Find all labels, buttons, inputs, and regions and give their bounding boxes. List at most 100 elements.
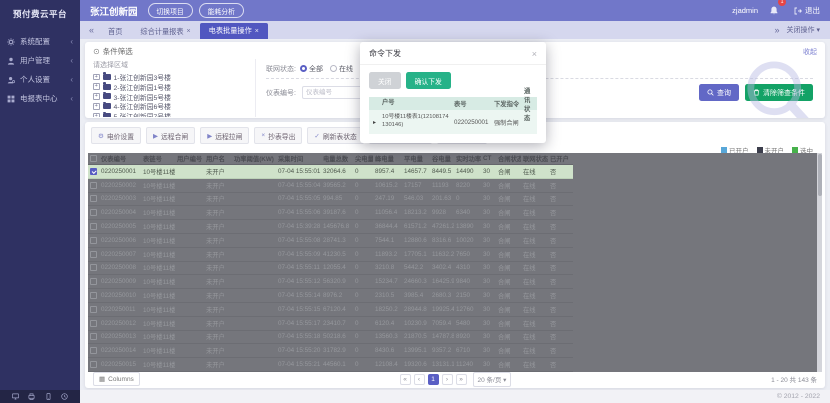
price-config-button[interactable]: ⚙电价设置	[91, 127, 141, 144]
row-checkbox[interactable]	[90, 209, 97, 216]
table-scrollbar[interactable]	[817, 153, 822, 372]
table-row[interactable]: 022025000210号楼11楼表2(未开户07-04 15:55:04395…	[88, 179, 573, 193]
tabs-scroll-right-icon[interactable]: »	[770, 25, 785, 35]
last-page-button[interactable]: »	[456, 374, 467, 385]
tab-close-icon[interactable]: ×	[255, 28, 259, 35]
phone-icon	[45, 393, 52, 400]
select-all-checkbox[interactable]	[90, 155, 97, 162]
tab-home[interactable]: 首页	[99, 24, 131, 39]
expand-icon[interactable]: +	[93, 74, 100, 81]
tree-node[interactable]: +2-张江创新园1号楼	[93, 82, 251, 92]
row-checkbox[interactable]	[90, 306, 97, 313]
row-checkbox[interactable]	[90, 347, 97, 354]
table-cell: 14490	[454, 168, 481, 175]
prev-page-button[interactable]: ‹	[414, 374, 425, 385]
meter-read-export-button[interactable]: ×抄表导出	[254, 127, 302, 144]
table-cell: 07-04 15:55:18	[276, 333, 321, 340]
table-row[interactable]: 022025001510号楼11楼表15未开户07-04 15:55:21445…	[88, 358, 573, 372]
table-cell: 39187.6	[321, 209, 353, 216]
row-checkbox[interactable]	[90, 333, 97, 340]
table-row[interactable]: 022025000710号楼11楼表7(未开户07-04 15:55:09412…	[88, 248, 573, 262]
sidebar-item-personal-settings[interactable]: 个人设置‹	[0, 70, 80, 89]
row-checkbox[interactable]	[90, 168, 97, 175]
sidebar-item-user-management[interactable]: 用户管理‹	[0, 51, 80, 70]
tree-node[interactable]: +3-张江创新园5号楼	[93, 92, 251, 102]
refresh-meter-status-button[interactable]: ✓刷新表状态	[307, 127, 363, 144]
tree-node[interactable]: +1-张江创新园3号楼	[93, 72, 251, 82]
expand-icon[interactable]: +	[93, 113, 100, 117]
tab-meter-batch-ops[interactable]: 电表批量操作×	[200, 23, 268, 39]
row-checkbox[interactable]	[90, 361, 97, 368]
row-checkbox[interactable]	[90, 223, 97, 230]
tab-metering-report[interactable]: 综合计量报表×	[131, 24, 199, 39]
next-page-button[interactable]: ›	[442, 374, 453, 385]
sidebar-item-report-center[interactable]: 电报表中心‹	[0, 89, 80, 108]
table-cell: 994.85	[321, 195, 353, 202]
table-cell: 在线	[521, 263, 548, 272]
radio-在线[interactable]	[330, 65, 337, 72]
area-tree: 请选择区域 +1-张江创新园3号楼+2-张江创新园1号楼+3-张江创新园5号楼+…	[93, 59, 256, 117]
table-cell: 32064.6	[321, 168, 353, 175]
table-row[interactable]: 022025001110号楼11楼表11未开户07-04 15:55:15671…	[88, 303, 573, 317]
table-row[interactable]: 022025000610号楼11楼表6(未开户07-04 15:55:08287…	[88, 234, 573, 248]
current-page[interactable]: 1	[428, 374, 439, 385]
table-row[interactable]: 022025000110号楼11楼表1(未开户07-04 15:55:01320…	[88, 165, 573, 179]
modal-close-button[interactable]: 关闭	[369, 72, 401, 89]
table-row[interactable]: 022025001010号楼11楼表10未开户07-04 15:55:14897…	[88, 289, 573, 303]
bell-icon	[770, 6, 778, 15]
table-cell: 07-04 15:55:01	[276, 168, 321, 175]
row-checkbox[interactable]	[90, 251, 97, 258]
table-cell: 15234.7	[373, 278, 402, 285]
table-row[interactable]: 022025001310号楼11楼表13未开户07-04 15:55:18502…	[88, 331, 573, 345]
table-row[interactable]: 022025001410号楼11楼表14未开户07-04 15:55:20317…	[88, 344, 573, 358]
command-row[interactable]: ▸ 10号楼11楼表1(12108174130146) 0220250001 强…	[369, 110, 537, 134]
table-row[interactable]: 022025000410号楼11楼表4(未开户07-04 15:55:06391…	[88, 206, 573, 220]
switch-project-button[interactable]: 切换项目	[148, 3, 193, 18]
radio-全部[interactable]	[300, 65, 307, 72]
notifications-button[interactable]: 1	[770, 2, 778, 20]
table-cell: 未开户	[204, 346, 232, 355]
tree-node[interactable]: +4-张江创新园6号楼	[93, 101, 251, 111]
tabs-scroll-left-icon[interactable]: «	[84, 25, 99, 35]
table-row[interactable]: 022025000310号楼11楼表3(未开户07-04 15:55:05994…	[88, 193, 573, 207]
table-cell: 否	[548, 250, 573, 259]
table-cell: 36844.4	[373, 223, 402, 230]
row-checkbox[interactable]	[90, 182, 97, 189]
clear-filter-button[interactable]: 清除筛查条件	[745, 84, 813, 101]
page-size-select[interactable]: 20 条/页 ▾	[473, 372, 512, 387]
row-expander-icon[interactable]: ▸	[369, 119, 380, 126]
row-checkbox[interactable]	[90, 264, 97, 271]
row-checkbox[interactable]	[90, 278, 97, 285]
row-checkbox[interactable]	[90, 237, 97, 244]
expand-icon[interactable]: +	[93, 93, 100, 100]
table-row[interactable]: 022025001210号楼11楼表12未开户07-04 15:55:17234…	[88, 317, 573, 331]
collapse-link[interactable]: 收起	[803, 47, 817, 57]
row-checkbox[interactable]	[90, 195, 97, 202]
remote-close-button[interactable]: ▶远程合闸	[146, 127, 195, 144]
table-cell: 6120.4	[373, 320, 402, 327]
meter-no-input[interactable]	[302, 86, 368, 99]
logout-button[interactable]: 退出	[794, 5, 820, 16]
expand-icon[interactable]: +	[93, 83, 100, 90]
tree-node[interactable]: +5-张江创新园7号楼	[93, 111, 251, 117]
search-button[interactable]: 查询	[699, 84, 739, 101]
columns-button[interactable]: ▦ Columns	[93, 372, 140, 386]
row-checkbox[interactable]	[90, 320, 97, 327]
remote-open-button[interactable]: ▶远程拉闸	[200, 127, 249, 144]
table-row[interactable]: 022025000810号楼11楼表8(未开户07-04 15:55:11120…	[88, 262, 573, 276]
energy-analysis-button[interactable]: 能耗分析	[199, 3, 244, 18]
modal-confirm-button[interactable]: 确认下发	[406, 72, 451, 89]
close-operations-dropdown[interactable]: 关闭操作 ▾	[785, 25, 822, 35]
table-row[interactable]: 022025000510号楼11楼表5(未开户07-04 15:39:28145…	[88, 220, 573, 234]
tab-close-icon[interactable]: ×	[187, 28, 191, 35]
tree-node-label: 2-张江创新园1号楼	[114, 82, 171, 92]
modal-close-icon[interactable]: ×	[532, 49, 537, 59]
sidebar-item-system-config[interactable]: 系统配置‹	[0, 32, 80, 51]
row-checkbox[interactable]	[90, 292, 97, 299]
folder-icon	[103, 84, 111, 90]
column-header: 尖电量	[353, 154, 373, 163]
table-row[interactable]: 022025000910号楼11楼表9(未开户07-04 15:55:12563…	[88, 275, 573, 289]
table-cell: 10号楼11楼表11	[141, 305, 175, 314]
first-page-button[interactable]: «	[400, 374, 411, 385]
expand-icon[interactable]: +	[93, 103, 100, 110]
